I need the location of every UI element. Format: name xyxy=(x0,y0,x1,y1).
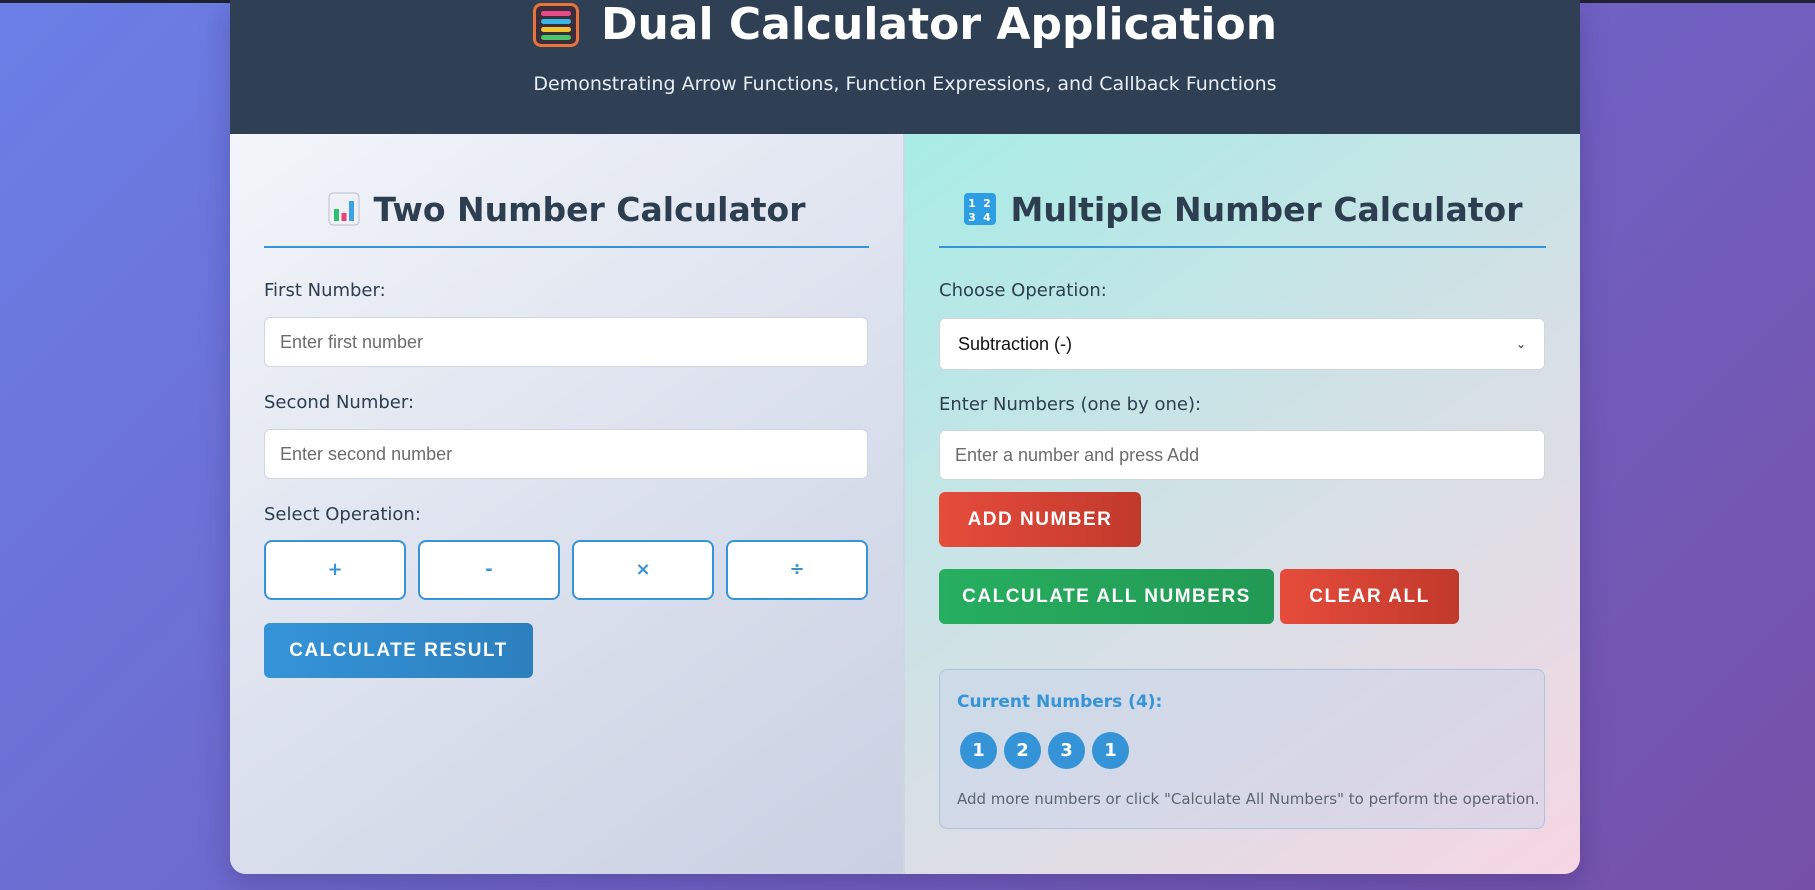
number-entry-input[interactable] xyxy=(939,430,1545,480)
svg-text:1: 1 xyxy=(968,197,976,210)
add-number-button[interactable]: Add Number xyxy=(939,492,1141,547)
first-number-input[interactable] xyxy=(264,317,868,367)
svg-text:4: 4 xyxy=(983,211,991,224)
number-chip: 3 xyxy=(1048,732,1085,769)
chevron-down-icon: ⌄ xyxy=(1515,337,1526,351)
calculate-all-button[interactable]: Calculate All Numbers xyxy=(939,569,1274,624)
operation-select-value: Subtraction (-) xyxy=(958,333,1073,354)
bar-chart-icon xyxy=(328,192,360,226)
svg-text:3: 3 xyxy=(968,211,976,224)
current-numbers-title: Current Numbers (4): xyxy=(957,692,1163,712)
operation-select[interactable]: Subtraction (-) ⌄ xyxy=(939,318,1545,370)
number-chip: 1 xyxy=(1092,732,1129,769)
page-title-text: Dual Calculator Application xyxy=(600,0,1278,50)
calculator-panels: Two Number Calculator First Number: Seco… xyxy=(230,134,1580,874)
choose-operation-label: Choose Operation: xyxy=(939,280,1107,301)
second-number-input[interactable] xyxy=(264,429,868,479)
page-subtitle: Demonstrating Arrow Functions, Function … xyxy=(533,73,1277,95)
app-header: Dual Calculator Application Demonstratin… xyxy=(230,0,1580,134)
second-number-label: Second Number: xyxy=(264,392,415,413)
divide-operation-button[interactable]: ÷ xyxy=(726,540,868,600)
two-calc-title-text: Two Number Calculator xyxy=(373,189,806,229)
select-operation-label: Select Operation: xyxy=(264,504,421,525)
page-title: Dual Calculator Application xyxy=(230,0,1580,50)
multi-calc-title: 1 2 3 4 Multiple Number Calculator xyxy=(939,188,1546,230)
two-calc-title: Two Number Calculator xyxy=(264,188,869,230)
number-chip: 2 xyxy=(1004,732,1041,769)
add-operation-button[interactable]: + xyxy=(264,540,406,600)
multiple-number-calculator: 1 2 3 4 Multiple Number Calculator Choos… xyxy=(905,134,1580,874)
first-number-label: First Number: xyxy=(264,280,386,301)
numbers-icon: 1 2 3 4 xyxy=(963,193,996,225)
current-numbers-box: Current Numbers (4): 1 2 3 1 Add more nu… xyxy=(939,669,1545,829)
clear-all-button[interactable]: Clear All xyxy=(1280,569,1459,624)
multiply-operation-button[interactable]: × xyxy=(572,540,714,600)
svg-text:2: 2 xyxy=(983,197,991,210)
two-calc-divider xyxy=(264,246,869,248)
multi-calc-divider xyxy=(939,246,1546,248)
app-container: Dual Calculator Application Demonstratin… xyxy=(230,0,1580,874)
multi-calc-title-text: Multiple Number Calculator xyxy=(1010,189,1523,229)
calculate-result-button[interactable]: Calculate Result xyxy=(264,623,533,678)
enter-numbers-label: Enter Numbers (one by one): xyxy=(939,394,1202,415)
number-chip: 1 xyxy=(960,732,997,769)
abacus-icon xyxy=(532,3,579,47)
two-number-calculator: Two Number Calculator First Number: Seco… xyxy=(230,134,905,874)
number-chips: 1 2 3 1 xyxy=(960,732,1129,769)
numbers-hint: Add more numbers or click "Calculate All… xyxy=(957,790,1540,808)
subtract-operation-button[interactable]: - xyxy=(418,540,560,600)
